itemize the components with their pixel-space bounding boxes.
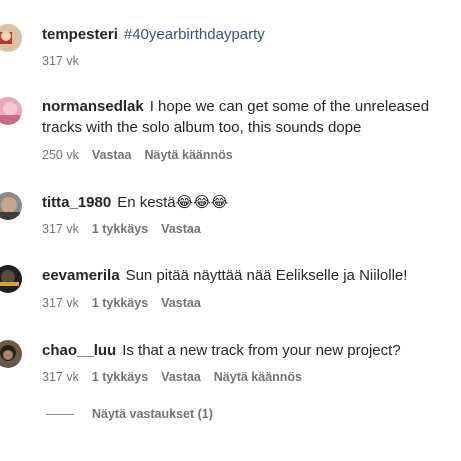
comment-text: chao__luu Is that a new track from your n… [42,340,457,361]
replies-divider-line [46,414,74,416]
comment-time: 317 vk [42,222,79,236]
comment-meta: 317 vk 1 tykkäys Vastaa [42,295,214,311]
avatar[interactable] [0,24,22,52]
reply-button[interactable]: Vastaa [161,370,201,384]
comment-text: normansedlak I hope we can get some of th… [42,96,457,138]
hashtag-link[interactable]: #40yearbirthdayparty [124,26,265,43]
comment-username[interactable]: tempesteri [42,26,118,43]
comment-time: 317 vk [42,370,79,384]
comment-text: titta_1980 En kestä😂😂😂 [42,192,457,213]
comment-time: 317 vk [42,54,79,68]
comment-username[interactable]: eevamerila [42,267,120,284]
avatar[interactable] [0,340,22,368]
avatar[interactable] [0,97,22,125]
comment-username[interactable]: normansedlak [42,98,144,115]
see-translation-button[interactable]: Näytä käännös [214,370,302,384]
comment-body: Is that a new track from your new projec… [122,342,401,359]
comment-username[interactable]: titta_1980 [42,194,111,211]
comment-meta: 317 vk [42,53,92,69]
comment-body: En kestä😂😂😂 [117,194,229,211]
comment-text: eevamerila Sun pitää näyttää nää Eeliksel… [42,265,457,286]
comment-meta: 250 vk Vastaa Näytä käännös [42,147,246,163]
comment-body: Sun pitää näyttää nää Eelikselle ja Niil… [125,267,408,284]
view-replies-button[interactable]: Näytä vastaukset (1) [46,407,213,421]
avatar[interactable] [0,265,22,293]
reply-button[interactable]: Vastaa [161,222,201,236]
likes-count[interactable]: 1 tykkäys [92,370,148,384]
reply-button[interactable]: Vastaa [161,296,201,310]
see-translation-button[interactable]: Näytä käännös [144,148,232,162]
view-replies-label: Näytä vastaukset (1) [92,407,213,421]
comment-meta: 317 vk 1 tykkäys Vastaa [42,221,214,237]
comment-time: 250 vk [42,148,79,162]
comment-username[interactable]: chao__luu [42,342,116,359]
comment-time: 317 vk [42,296,79,310]
likes-count[interactable]: 1 tykkäys [92,296,148,310]
avatar[interactable] [0,192,22,220]
comment-text: tempesteri #40yearbirthdayparty [42,24,457,45]
reply-button[interactable]: Vastaa [92,148,132,162]
likes-count[interactable]: 1 tykkäys [92,222,148,236]
comment-meta: 317 vk 1 tykkäys Vastaa Näytä käännös [42,369,315,385]
